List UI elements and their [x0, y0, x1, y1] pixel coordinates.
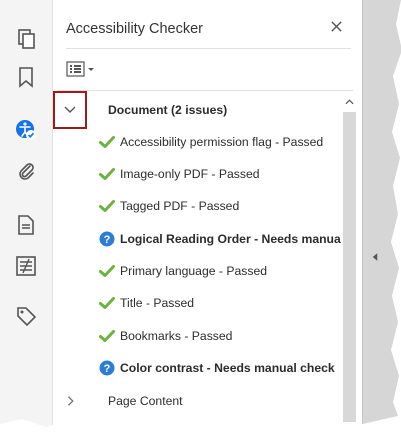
- svg-text:?: ?: [104, 234, 111, 246]
- title-divider: [66, 48, 351, 49]
- checkmark-icon: [99, 295, 115, 311]
- tree-label: Bookmarks - Passed: [120, 329, 233, 343]
- expand-toggle-document[interactable]: [53, 91, 87, 129]
- close-button[interactable]: [326, 16, 346, 36]
- pages-icon[interactable]: [13, 26, 39, 52]
- tree-item-bookmarks[interactable]: Bookmarks - Passed: [99, 320, 341, 352]
- panel-collapse-strip[interactable]: [362, 0, 401, 428]
- checker-tree: Document (2 issues) Accessibility permis…: [53, 92, 341, 422]
- collapse-arrow-icon[interactable]: [370, 252, 380, 262]
- tree-item-logical-reading-order[interactable]: ? Logical Reading Order - Needs manual c…: [99, 223, 341, 255]
- tree-node-page-content[interactable]: Page Content: [63, 385, 341, 417]
- options-button[interactable]: [66, 59, 100, 79]
- tree-item-image-only-pdf[interactable]: Image-only PDF - Passed: [99, 158, 341, 190]
- checkmark-icon: [99, 134, 115, 150]
- tree-label: Tagged PDF - Passed: [120, 199, 240, 213]
- tree-node-document[interactable]: Document (2 issues): [108, 94, 341, 126]
- chevron-right-icon[interactable]: [63, 393, 79, 409]
- scrollbar-thumb[interactable]: [343, 112, 356, 422]
- tree-label: Accessibility permission flag - Passed: [120, 135, 324, 149]
- tree-label: Title - Passed: [120, 296, 195, 310]
- tree-label: Image-only PDF - Passed: [120, 167, 260, 181]
- bookmark-icon[interactable]: [13, 64, 39, 90]
- tag-icon[interactable]: [13, 303, 39, 329]
- tree-item-permission-flag[interactable]: Accessibility permission flag - Passed: [99, 126, 341, 158]
- tree-label: Color contrast - Needs manual check: [120, 361, 335, 375]
- toolbar-divider: [57, 90, 353, 91]
- compare-icon[interactable]: [13, 253, 39, 279]
- panel-title: Accessibility Checker: [66, 21, 203, 37]
- tree-item-tagged-pdf[interactable]: Tagged PDF - Passed: [99, 190, 341, 222]
- tree-item-title[interactable]: Title - Passed: [99, 287, 341, 319]
- tree-label: Page Content: [108, 394, 183, 408]
- tree-item-color-contrast[interactable]: ? Color contrast - Needs manual check: [99, 352, 341, 384]
- options-menu-icon: [66, 61, 94, 77]
- question-icon: ?: [99, 360, 115, 376]
- checkmark-icon: [99, 263, 115, 279]
- tree-label: Document (2 issues): [108, 103, 228, 117]
- screenshot-frame: Accessibility Checker Document (2 issues…: [0, 0, 401, 428]
- document-icon[interactable]: [13, 212, 39, 238]
- checkmark-icon: [99, 328, 115, 344]
- close-icon: [330, 20, 342, 32]
- tree-label: Primary language - Passed: [120, 264, 267, 278]
- chevron-down-icon: [64, 106, 76, 113]
- scroll-up-arrow[interactable]: [343, 96, 356, 108]
- checkmark-icon: [99, 198, 115, 214]
- accessibility-checker-panel: Accessibility Checker Document (2 issues…: [53, 0, 362, 428]
- paperclip-icon[interactable]: [13, 158, 39, 184]
- checkmark-icon: [99, 166, 115, 182]
- svg-text:?: ?: [104, 363, 111, 375]
- tree-item-primary-language[interactable]: Primary language - Passed: [99, 255, 341, 287]
- question-icon: ?: [99, 231, 115, 247]
- accessibility-icon[interactable]: [13, 117, 39, 143]
- left-navigation-bar: [0, 0, 53, 428]
- tree-label: Logical Reading Order - Needs manual che…: [120, 232, 341, 246]
